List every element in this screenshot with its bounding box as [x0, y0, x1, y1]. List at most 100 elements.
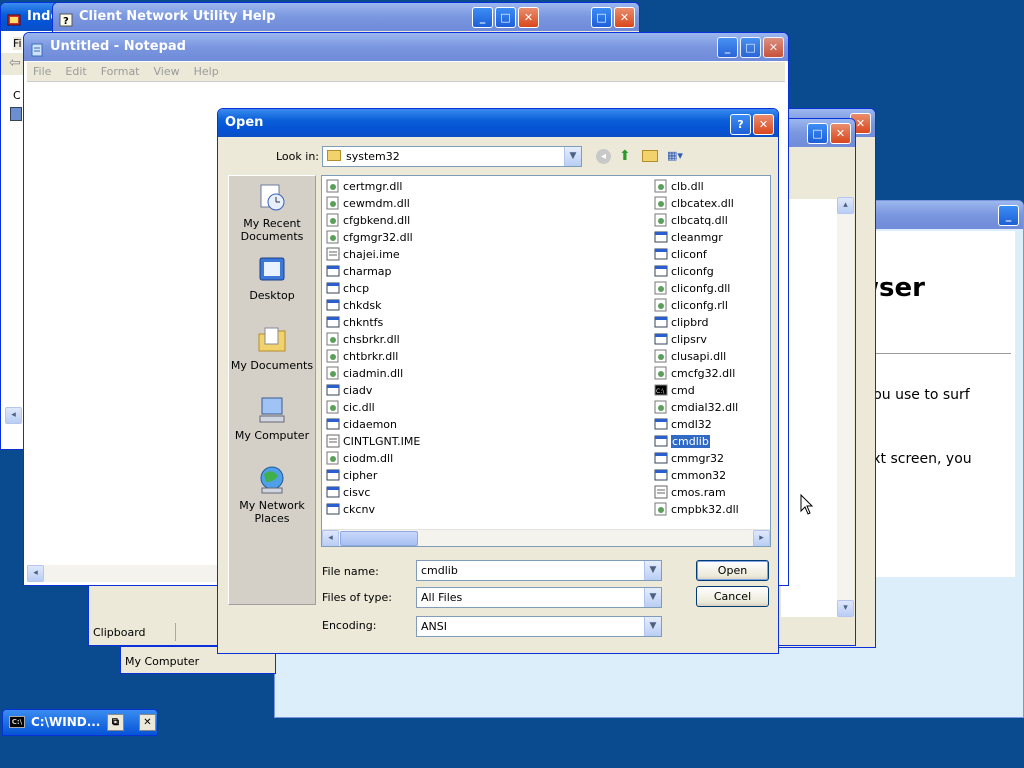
file-item[interactable]: cmdlib [652, 433, 710, 450]
open-button[interactable]: Open [696, 560, 769, 581]
file-item[interactable]: cmmgr32 [652, 450, 724, 467]
open-dialog[interactable]: Open ? ✕ Look in: system32 ▼ ◂ ⬆ ▦▾ My R… [217, 108, 779, 654]
file-item[interactable]: cliconfg [652, 263, 714, 280]
file-name-input[interactable]: cmdlib ▼ [416, 560, 662, 581]
scroll-down-arrow[interactable]: ▾ [837, 600, 854, 617]
inde-titlebar[interactable]: Inde [1, 3, 59, 31]
file-item[interactable]: cliconfg.dll [652, 280, 730, 297]
menu-format[interactable]: Format [101, 62, 140, 81]
file-item[interactable]: cliconf [652, 246, 707, 263]
file-item[interactable]: clipsrv [652, 331, 707, 348]
file-item[interactable]: cmdl32 [652, 416, 712, 433]
file-item[interactable]: cic.dll [324, 399, 375, 416]
files-of-type-select[interactable]: All Files ▼ [416, 587, 662, 608]
place-my-network-places[interactable]: My Network Places [229, 464, 315, 525]
file-item[interactable]: cewmdm.dll [324, 195, 410, 212]
file-item[interactable]: cleanmgr [652, 229, 723, 246]
file-item[interactable]: cmcfg32.dll [652, 365, 735, 382]
menu-view[interactable]: View [154, 62, 180, 81]
file-item[interactable]: C:\ cmd [652, 382, 695, 399]
cmd-minimized-window[interactable]: C:\ C:\WIND... ⧉ ✕ [2, 709, 158, 736]
minimize-icon[interactable]: _ [717, 37, 738, 58]
help-titlebar[interactable]: ? Client Network Utility Help [53, 3, 639, 31]
close-icon[interactable]: ✕ [139, 714, 156, 731]
file-item[interactable]: ciadv [324, 382, 372, 399]
file-item[interactable]: cmmon32 [652, 467, 726, 484]
file-item[interactable]: cmdial32.dll [652, 399, 738, 416]
help-button[interactable]: ? [730, 114, 751, 135]
back-icon[interactable]: ◂ [596, 149, 611, 164]
file-item[interactable]: chsbrkr.dll [324, 331, 400, 348]
close-icon[interactable]: ✕ [763, 37, 784, 58]
file-item[interactable]: ciadmin.dll [324, 365, 403, 382]
scroll-up-arrow[interactable]: ▴ [837, 197, 854, 214]
look-in-combo[interactable]: system32 ▼ [322, 146, 582, 167]
file-list-hscroll[interactable]: ◂ ▸ [322, 529, 770, 546]
file-item[interactable]: cfgmgr32.dll [324, 229, 413, 246]
notepad-hscroll[interactable]: ◂ [27, 565, 221, 582]
minimize-icon[interactable]: _ [472, 7, 493, 28]
chevron-down-icon[interactable]: ▼ [644, 617, 661, 636]
file-item[interactable]: ckcnv [324, 501, 375, 518]
file-item[interactable]: chcp [324, 280, 369, 297]
file-item[interactable]: ciodm.dll [324, 450, 393, 467]
encoding-select[interactable]: ANSI ▼ [416, 616, 662, 637]
maximize-icon[interactable]: □ [591, 7, 612, 28]
maximize-icon[interactable]: □ [495, 7, 516, 28]
new-folder-icon[interactable] [642, 150, 658, 162]
restore-icon[interactable]: ⧉ [107, 714, 124, 731]
menu-edit[interactable]: Edit [65, 62, 86, 81]
file-item[interactable]: cidaemon [324, 416, 397, 433]
file-item[interactable]: cmpbk32.dll [652, 501, 739, 518]
file-item[interactable]: CINTLGNT.IME [324, 433, 420, 450]
open-dialog-titlebar[interactable]: Open [218, 109, 778, 137]
back-arrow-icon[interactable]: ⇦ [9, 55, 21, 71]
place-my-recent-documents[interactable]: My Recent Documents [229, 182, 315, 243]
scroll-thumb[interactable] [340, 531, 418, 546]
place-my-computer[interactable]: My Computer [229, 394, 315, 442]
bg-mid-vscroll[interactable]: ▴ ▾ [837, 197, 854, 617]
close-icon[interactable]: ✕ [614, 7, 635, 28]
file-item[interactable]: cipher [324, 467, 377, 484]
menu-file[interactable]: File [33, 62, 51, 81]
file-item[interactable]: cisvc [324, 484, 370, 501]
file-item[interactable]: chkntfs [324, 314, 383, 331]
close-icon[interactable]: ✕ [518, 7, 539, 28]
view-menu-icon[interactable]: ▦▾ [667, 149, 689, 164]
scroll-left-arrow[interactable]: ◂ [322, 530, 339, 546]
file-item[interactable]: certmgr.dll [324, 178, 402, 195]
file-item[interactable]: chajei.ime [324, 246, 400, 263]
file-item[interactable]: clusapi.dll [652, 348, 726, 365]
file-item[interactable]: clbcatq.dll [652, 212, 728, 229]
file-item[interactable]: clbcatex.dll [652, 195, 734, 212]
place-desktop[interactable]: Desktop [229, 254, 315, 302]
file-item[interactable]: chkdsk [324, 297, 381, 314]
file-item[interactable]: clb.dll [652, 178, 704, 195]
menu-help[interactable]: Help [194, 62, 219, 81]
chevron-down-icon[interactable]: ▼ [644, 561, 661, 580]
file-item-name: chcp [343, 282, 370, 295]
place-my-documents[interactable]: My Documents [229, 324, 315, 372]
file-item[interactable]: cfgbkend.dll [324, 212, 410, 229]
file-item[interactable]: clipbrd [652, 314, 708, 331]
scroll-right-arrow[interactable]: ▸ [753, 530, 770, 546]
up-folder-icon[interactable]: ⬆ [619, 148, 635, 164]
minimize-icon[interactable]: _ [998, 205, 1019, 226]
notepad-titlebar[interactable]: Untitled - Notepad [24, 33, 788, 61]
file-list[interactable]: certmgr.dll cewmdm.dll cfgbkend.dll cfgmgr3… [321, 175, 771, 547]
inde-menu[interactable]: Fi [13, 37, 22, 50]
file-item[interactable]: chtbrkr.dll [324, 348, 398, 365]
scroll-left-arrow[interactable]: ◂ [27, 565, 44, 582]
cancel-button[interactable]: Cancel [696, 586, 769, 607]
inde-tab-letter[interactable]: C [13, 89, 21, 102]
file-item[interactable]: cmos.ram [652, 484, 726, 501]
chevron-down-icon[interactable]: ▼ [644, 588, 661, 607]
file-item[interactable]: charmap [324, 263, 392, 280]
close-icon[interactable]: ✕ [830, 123, 851, 144]
file-item[interactable]: cliconfg.rll [652, 297, 728, 314]
close-icon[interactable]: ✕ [753, 114, 774, 135]
maximize-icon[interactable]: □ [807, 123, 828, 144]
chevron-down-icon[interactable]: ▼ [564, 147, 581, 166]
maximize-icon[interactable]: □ [740, 37, 761, 58]
inde-scroll-left[interactable]: ◂ [5, 407, 22, 424]
